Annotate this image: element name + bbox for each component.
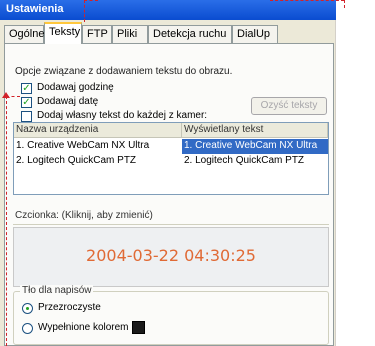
transparent-label: Przezroczyste	[38, 302, 101, 313]
filled-label: Wypełnione kolorem	[38, 322, 129, 333]
background-group-label: Tło dla napisów	[20, 285, 94, 296]
window-title: Ustawienia	[0, 0, 336, 20]
display-text-cell[interactable]: 1. Creative WebCam NX Ultra	[182, 139, 328, 154]
background-groupbox: Tło dla napisów Przezroczyste Wypełnione…	[13, 285, 329, 345]
add-custom-text-checkbox[interactable]	[21, 111, 32, 122]
device-cell: 1. Creative WebCam NX Ultra	[16, 140, 150, 151]
fill-color-swatch[interactable]	[132, 321, 145, 334]
clear-texts-button[interactable]: Ozyść teksty	[251, 97, 327, 115]
preview-timestamp: 2004-03-22 04:30:25	[86, 246, 256, 265]
camera-text-table: Nazwa urządzenia Wyświetlany tekst 1. Cr…	[13, 122, 329, 195]
display-text-cell[interactable]: 2. Logitech QuickCam PTZ	[182, 154, 328, 169]
tab-texts[interactable]: Teksty	[44, 22, 82, 44]
table-row[interactable]: 1. Creative WebCam NX Ultra 1. Creative …	[14, 139, 328, 154]
tab-files[interactable]: Pliki	[112, 25, 148, 43]
add-date-checkbox[interactable]: ✓	[21, 97, 32, 108]
add-time-checkbox[interactable]: ✓	[21, 83, 32, 94]
divider	[13, 224, 329, 225]
add-date-label: Dodawaj datę	[37, 96, 99, 107]
add-time-label: Dodawaj godzinę	[37, 82, 114, 93]
tab-motion-detection[interactable]: Detekcja ruchu	[148, 25, 232, 43]
table-header: Nazwa urządzenia Wyświetlany tekst	[14, 123, 328, 138]
tab-general[interactable]: Ogólne	[4, 25, 44, 43]
add-custom-text-label: Dodaj własny tekst do każdej z kamer:	[37, 110, 208, 121]
texts-panel: Opcje związane z dodawaniem tekstu do ob…	[4, 43, 334, 346]
annotation-line	[84, 0, 98, 1]
settings-window: Ustawienia Ogólne Teksty FTP Pliki Detek…	[0, 0, 336, 346]
column-device-name[interactable]: Nazwa urządzenia	[14, 123, 182, 138]
text-preview[interactable]: 2004-03-22 04:30:25	[13, 227, 329, 287]
table-row[interactable]: 2. Logitech QuickCam PTZ 2. Logitech Qui…	[14, 154, 328, 169]
tab-dialup[interactable]: DialUp	[232, 25, 278, 43]
filled-radio[interactable]	[22, 323, 33, 334]
options-intro: Opcje związane z dodawaniem tekstu do ob…	[15, 66, 233, 77]
transparent-radio[interactable]	[22, 303, 33, 314]
annotation-line	[84, 0, 85, 22]
arrow-up-icon	[2, 92, 10, 98]
device-cell: 2. Logitech QuickCam PTZ	[16, 155, 137, 166]
tab-ftp[interactable]: FTP	[82, 25, 112, 43]
tab-strip: Ogólne Teksty FTP Pliki Detekcja ruchu D…	[4, 22, 334, 44]
font-label[interactable]: Czcionka: (Kliknij, aby zmienić)	[15, 210, 153, 221]
annotation-line	[344, 0, 345, 8]
annotation-line	[6, 96, 7, 346]
annotation-line	[270, 0, 344, 1]
column-display-text[interactable]: Wyświetlany tekst	[182, 123, 328, 138]
